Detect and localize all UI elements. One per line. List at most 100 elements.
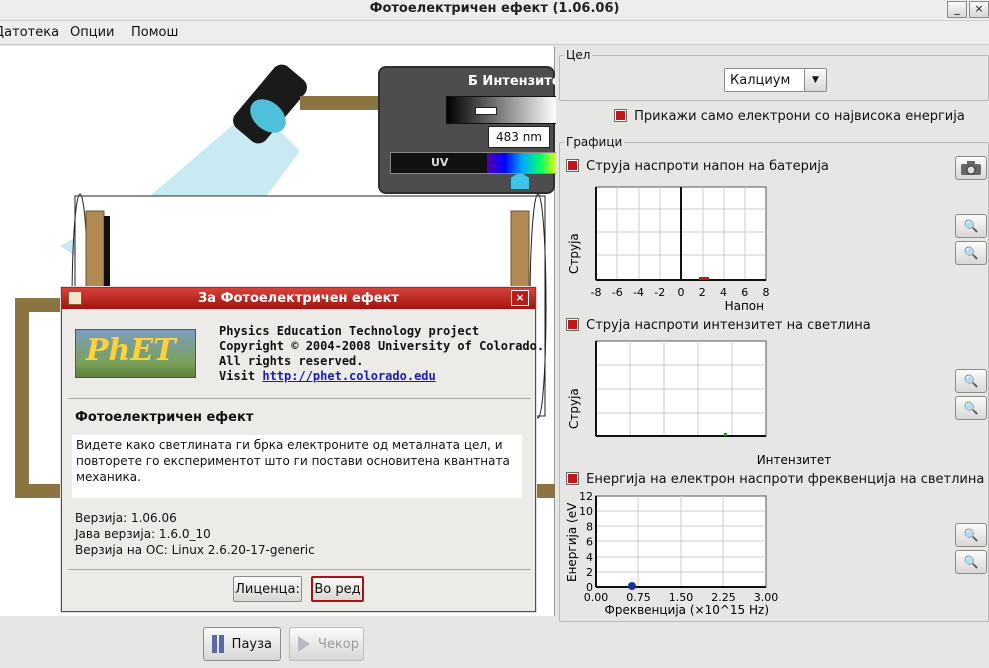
graph3-ytick: 2 <box>586 566 593 579</box>
about-line2: Copyright © 2004-2008 University of Colo… <box>219 339 545 353</box>
wavelength-slider-thumb[interactable] <box>510 172 530 190</box>
step-label: Чекор <box>318 636 359 652</box>
graph2-xlabel: Интензитет <box>757 453 832 467</box>
graph1-data-point <box>699 277 709 280</box>
sim-name: Фотоелектричен ефект <box>75 410 254 425</box>
graph1-checkbox[interactable] <box>566 159 579 172</box>
spectrum-bar <box>487 153 558 173</box>
os-version: Верзија на ОС: Linux 2.6.20-17-generic <box>75 543 315 557</box>
graph3-ytick: 4 <box>586 551 593 564</box>
intensity-slider-thumb[interactable] <box>474 107 497 115</box>
ok-button[interactable]: Во ред <box>311 576 364 602</box>
graph3-ytick: 10 <box>579 505 593 518</box>
uv-label: UV <box>431 156 449 169</box>
graph3-xlabel: Фреквенција (×10^15 Hz) <box>605 603 770 617</box>
zoom-in-icon: 🔍 <box>963 374 979 388</box>
divider <box>68 398 531 399</box>
about-visit: Visit <box>219 369 256 383</box>
graph3-ytick: 12 <box>579 492 593 503</box>
graph1-ylabel: Струја <box>567 233 581 274</box>
wavelength-slider[interactable]: UV <box>390 152 558 174</box>
about-dialog: За Фотоелектричен ефект × PhET Physics E… <box>61 287 544 612</box>
camera-button[interactable] <box>955 156 987 180</box>
about-dialog-titlebar: За Фотоелектричен ефект × <box>62 288 535 309</box>
close-window-button[interactable]: × <box>969 1 989 18</box>
phet-link[interactable]: http://phet.colorado.edu <box>262 369 435 383</box>
graph1-xtick: -6 <box>612 286 623 299</box>
graph2-chart: Интензитет Струја <box>567 340 832 467</box>
step-icon <box>298 636 310 652</box>
camera-icon <box>961 161 981 175</box>
graph3-ylabel: Енергија (eV <box>565 502 579 582</box>
target-select-value: Калциум <box>730 72 791 88</box>
phet-logo: PhET <box>75 329 196 378</box>
about-dialog-title: За Фотоелектричен ефект <box>198 291 399 306</box>
right-plate <box>510 210 530 292</box>
minimize-button[interactable]: _ <box>947 1 967 18</box>
menu-file[interactable]: Датотека <box>0 25 59 40</box>
graph1-xtick: 0 <box>678 286 685 299</box>
license-button[interactable]: Лиценца: <box>233 576 302 602</box>
step-button[interactable]: Чекор <box>289 627 364 661</box>
menu-options[interactable]: Опции <box>70 25 114 40</box>
highest-energy-option[interactable]: Прикажи само електрони со највисока енер… <box>614 109 965 124</box>
about-line1: Physics Education Technology project <box>219 324 480 338</box>
zoom-in-icon: 🔍 <box>963 219 979 233</box>
graph2-data-point <box>724 433 727 436</box>
menu-help[interactable]: Помош <box>131 25 178 40</box>
graph1-toggle[interactable]: Струја наспроти напон на батерија <box>566 159 829 174</box>
wire-top <box>300 96 380 110</box>
window-titlebar: Фотоелектричен ефект (1.06.06) _ × <box>0 0 989 21</box>
graph1-xtick: 8 <box>763 286 770 299</box>
graph3-zoom-in-button[interactable]: 🔍 <box>955 523 987 547</box>
graph1-zoom-in-button[interactable]: 🔍 <box>955 214 987 238</box>
graph3-data-point <box>628 582 636 590</box>
graph1-xtick: -2 <box>654 286 665 299</box>
intensity-slider[interactable] <box>446 96 557 124</box>
pause-label: Пауза <box>231 636 272 652</box>
zoom-out-icon: 🔍 <box>963 401 979 415</box>
graph2-checkbox[interactable] <box>566 318 579 331</box>
intensity-label: Б Интензите <box>468 74 561 89</box>
highest-energy-checkbox[interactable] <box>614 109 627 122</box>
left-plate <box>85 210 105 292</box>
graph3-ytick: 6 <box>586 536 593 549</box>
sim-version: Верзија: 1.06.06 <box>75 511 177 525</box>
graph3-checkbox[interactable] <box>566 472 579 485</box>
graph1-zoom-out-button[interactable]: 🔍 <box>955 241 987 265</box>
graph3-toggle[interactable]: Енергија на електрон наспроти фреквенциј… <box>566 472 984 487</box>
graph3-label: Енергија на електрон наспроти фреквенциј… <box>586 472 985 487</box>
wavelength-field[interactable]: 483 nm <box>488 126 550 148</box>
graph2-label: Струја наспроти интензитет на светлина <box>586 318 871 333</box>
graph2-zoom-in-button[interactable]: 🔍 <box>955 369 987 393</box>
graph1-xtick: -4 <box>633 286 644 299</box>
graph2-ylabel: Струја <box>567 388 581 429</box>
control-panel: Цел Калциум ▼ Прикажи само електрони со … <box>556 46 989 622</box>
graph1-xlabel: Напон <box>725 299 764 313</box>
graph3-chart: 121086420 0.00 0.75 1.50 2.25 3.00 Фреквенци… <box>565 492 778 617</box>
graph2-zoom-out-button[interactable]: 🔍 <box>955 396 987 420</box>
about-credits: Physics Education Technology project Cop… <box>219 324 544 384</box>
divider <box>68 569 531 570</box>
pause-button[interactable]: Пауза <box>203 627 281 661</box>
java-version: Јава верзија: 1.6.0_10 <box>75 527 211 541</box>
graph1-chart: Напон Струја -8 -6 -4 -2 0 2 4 6 8 <box>567 186 770 313</box>
version-info: Верзија: 1.06.06 Јава верзија: 1.6.0_10 … <box>75 510 315 558</box>
pause-icon <box>212 635 224 653</box>
menu-bar: Датотека Опции Помош <box>0 21 989 45</box>
close-icon[interactable]: × <box>511 290 529 306</box>
graph1-xtick: 6 <box>741 286 748 299</box>
java-icon <box>68 291 82 305</box>
graph2-toggle[interactable]: Струја наспроти интензитет на светлина <box>566 318 871 333</box>
graph3-zoom-out-button[interactable]: 🔍 <box>955 550 987 574</box>
chevron-down-icon[interactable]: ▼ <box>804 69 826 91</box>
graph3-ytick: 8 <box>586 520 593 533</box>
graph1-label: Струја наспроти напон на батерија <box>586 159 829 174</box>
graph1-xtick: 2 <box>699 286 706 299</box>
zoom-out-icon: 🔍 <box>963 246 979 260</box>
target-select[interactable]: Калциум ▼ <box>724 68 827 92</box>
zoom-out-icon: 🔍 <box>963 555 979 569</box>
graph1-xtick: 4 <box>720 286 727 299</box>
wire-left <box>15 298 29 498</box>
target-group-title: Цел <box>564 48 593 62</box>
